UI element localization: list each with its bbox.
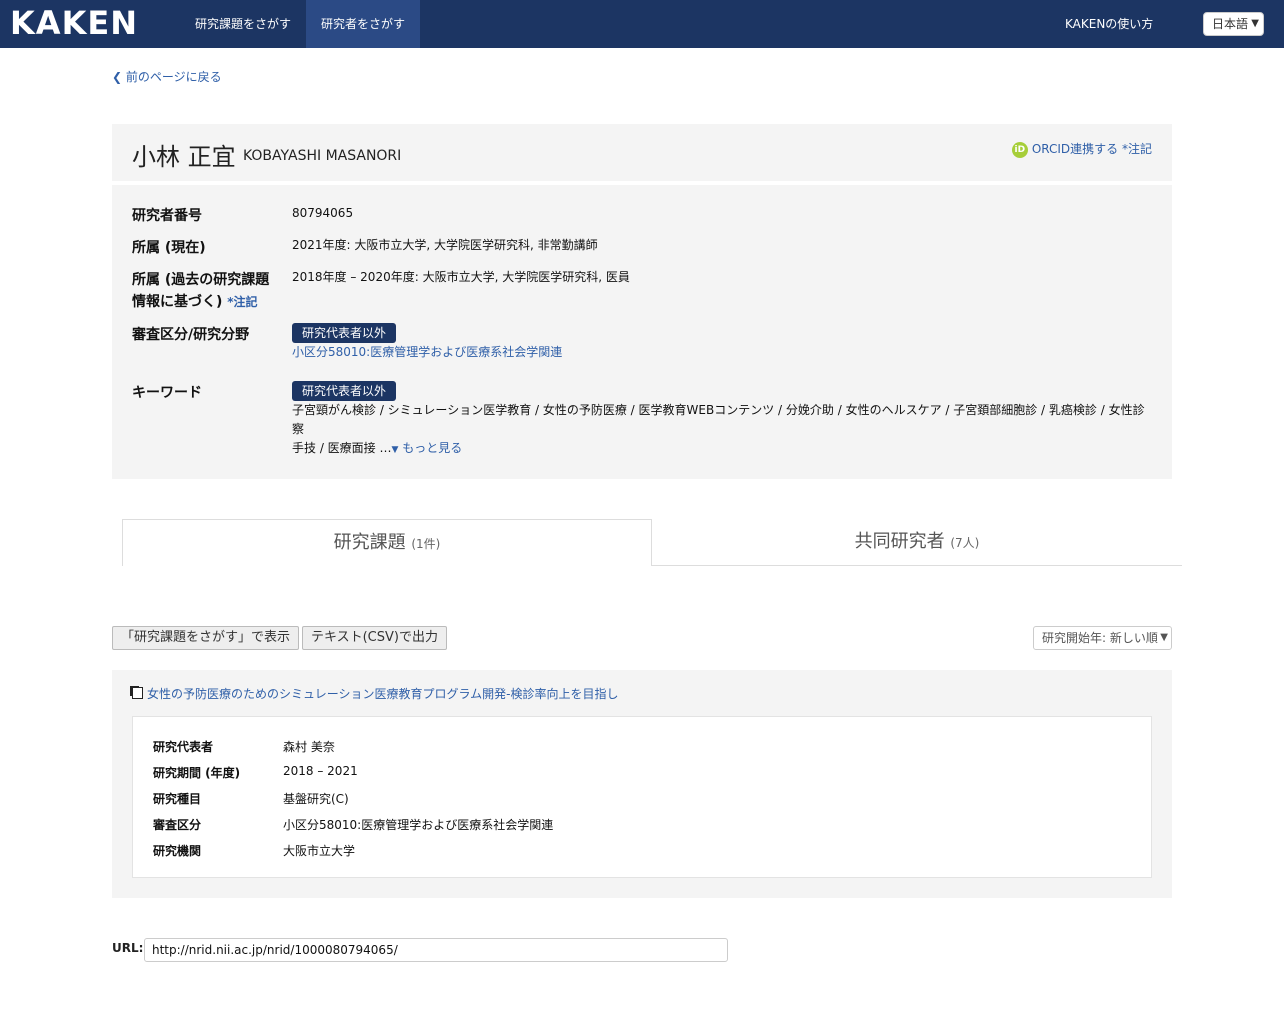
export-csv-button[interactable]: テキスト(CSV)で出力 bbox=[302, 626, 447, 650]
back-link-label: 前のページに戻る bbox=[125, 70, 222, 84]
field-role-badge: 研究代表者以外 bbox=[292, 323, 397, 343]
affiliation-note-link[interactable]: *注記 bbox=[227, 295, 257, 309]
orcid-link[interactable]: iD ORCID連携する *注記 bbox=[1011, 140, 1152, 158]
keywords-text-line2: 手技 / 医療面接 … bbox=[292, 441, 392, 455]
project-title: 女性の予防医療のためのシミュレーション医療教育プログラム開発-検診率向上を目指し bbox=[147, 687, 619, 701]
field-link[interactable]: 小区分58010:医療管理学および医療系社会学関連 bbox=[292, 345, 562, 359]
project-card: 女性の予防医療のためのシミュレーション医療教育プログラム開発-検診率向上を目指し… bbox=[112, 670, 1172, 898]
keyword-value: 研究代表者以外 子宮頸がん検診 / シミュレーション医学教育 / 女性の予防医療… bbox=[292, 381, 1152, 460]
kaken-logo[interactable]: KAKEN bbox=[10, 6, 138, 40]
project-representative-link[interactable]: 森村 美奈 bbox=[283, 738, 335, 755]
project-title-link[interactable]: 女性の予防医療のためのシミュレーション医療教育プログラム開発-検診率向上を目指し bbox=[132, 685, 619, 702]
tab-projects-label: 研究課題 bbox=[333, 532, 406, 553]
researcher-name-jp: 小林 正宜 bbox=[132, 143, 236, 171]
project-category-link[interactable]: 基盤研究(C) bbox=[283, 790, 349, 807]
tab-coresearchers[interactable]: 共同研究者 (7人) bbox=[652, 519, 1182, 566]
orcid-label: ORCID連携する *注記 bbox=[1031, 142, 1152, 156]
affiliation-current: 2021年度: 大阪市立大学, 大学院医学研究科, 非常勤講師 bbox=[292, 238, 598, 252]
top-navbar: KAKEN 研究課題をさがす 研究者をさがす KAKENの使い方 日本語 ▼ bbox=[0, 0, 1284, 48]
caret-down-icon: ▼ bbox=[391, 445, 399, 455]
researcher-number: 80794065 bbox=[292, 206, 354, 220]
keywords-text-line1: 子宮頸がん検診 / シミュレーション医学教育 / 女性の予防医療 / 医学教育W… bbox=[292, 403, 1145, 436]
project-row-label: 研究代表者 bbox=[153, 740, 214, 754]
project-row-label: 研究期間 (年度) bbox=[153, 766, 241, 780]
sort-select[interactable]: 研究開始年: 新しい順 ▼ bbox=[1033, 626, 1172, 650]
tab-coresearchers-count: (7人) bbox=[950, 536, 980, 550]
researcher-info-panel: 研究者番号 80794065 所属 (現在) 2021年度: 大阪市立大学, 大… bbox=[112, 185, 1172, 479]
keyword-label: キーワード bbox=[132, 385, 202, 401]
show-in-search-button[interactable]: 「研究課題をさがす」で表示 bbox=[112, 626, 300, 650]
orcid-icon: iD bbox=[1011, 141, 1028, 158]
researcher-name-panel: 小林 正宜 KOBAYASHI MASANORI iD ORCID連携する *注記 bbox=[112, 124, 1172, 181]
researcher-number-label: 研究者番号 bbox=[132, 208, 202, 224]
project-details: 研究代表者 森村 美奈 研究期間 (年度) 2018 – 2021 研究種目 基… bbox=[132, 716, 1152, 878]
project-institution-link[interactable]: 大阪市立大学 bbox=[283, 842, 355, 859]
language-select[interactable]: 日本語 ▼ bbox=[1203, 12, 1264, 36]
back-link[interactable]: ❮ 前のページに戻る bbox=[112, 68, 222, 85]
chevron-left-icon: ❮ bbox=[112, 70, 123, 84]
language-value: 日本語 bbox=[1212, 17, 1249, 31]
affiliation-past: 2018年度 – 2020年度: 大阪市立大学, 大学院医学研究科, 医員 bbox=[292, 270, 630, 284]
show-more-link[interactable]: ▼ もっと見る bbox=[392, 441, 463, 455]
affiliation-past-label: 所属 (過去の研究課題情報に基づく) *注記 bbox=[132, 269, 277, 313]
field-value: 研究代表者以外 小区分58010:医療管理学および医療系社会学関連 bbox=[292, 323, 1152, 362]
tab-projects[interactable]: 研究課題 (1件) bbox=[122, 519, 652, 566]
project-row-label: 研究機関 bbox=[153, 844, 202, 858]
tab-projects-count: (1件) bbox=[411, 537, 441, 551]
sort-value: 研究開始年: 新しい順 bbox=[1042, 631, 1158, 645]
affiliation-current-label: 所属 (現在) bbox=[132, 240, 206, 256]
document-icon bbox=[132, 687, 143, 699]
nav-help-link[interactable]: KAKENの使い方 bbox=[1065, 0, 1153, 48]
researcher-name-en: KOBAYASHI MASANORI bbox=[243, 148, 402, 164]
tab-coresearchers-label: 共同研究者 bbox=[854, 531, 945, 552]
project-row-label: 審査区分 bbox=[153, 818, 202, 832]
url-label: URL: bbox=[112, 941, 144, 955]
project-review-section-link[interactable]: 小区分58010:医療管理学および医療系社会学関連 bbox=[283, 816, 553, 833]
chevron-down-icon: ▼ bbox=[1160, 632, 1168, 643]
field-label: 審査区分/研究分野 bbox=[132, 327, 250, 343]
url-field[interactable]: http://nrid.nii.ac.jp/nrid/1000080794065… bbox=[144, 938, 728, 962]
project-row-label: 研究種目 bbox=[153, 792, 202, 806]
show-more-label: もっと見る bbox=[402, 441, 463, 455]
nav-search-researchers[interactable]: 研究者をさがす bbox=[306, 0, 421, 48]
nav-search-projects[interactable]: 研究課題をさがす bbox=[180, 0, 306, 48]
chevron-down-icon: ▼ bbox=[1251, 18, 1259, 29]
project-period: 2018 – 2021 bbox=[283, 764, 358, 778]
keyword-role-badge: 研究代表者以外 bbox=[292, 381, 397, 401]
